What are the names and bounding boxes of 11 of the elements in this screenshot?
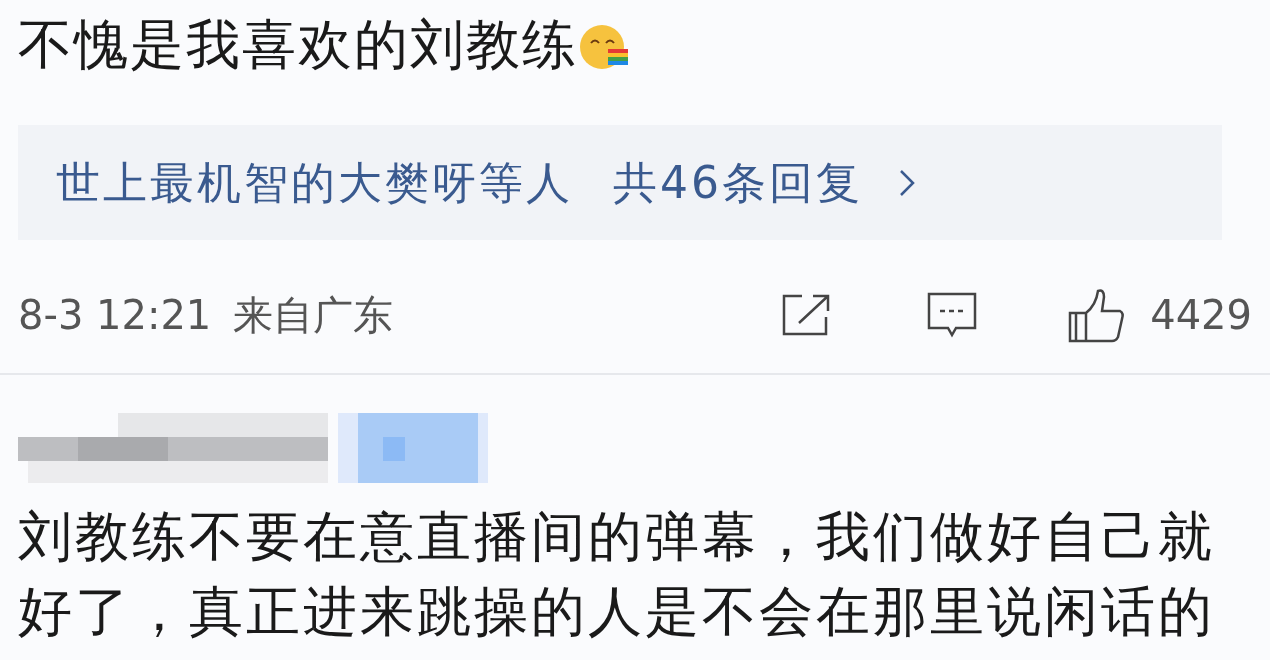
reply-names: 世上最机智的大樊呀等人 <box>56 155 573 210</box>
comment-text: 刘教练不要在意直播间的弹幕，我们做好自己就好了，真正进来跳操的人是不会在那里说闲话的 <box>18 504 1216 645</box>
post-text: 不愧是我喜欢的刘教练 <box>18 12 578 78</box>
comment-time: 8-3 12:21 <box>18 291 212 340</box>
reply-count: 共46条回复 <box>613 155 863 210</box>
comment-icon[interactable] <box>926 291 979 339</box>
chevron-icon <box>899 168 915 197</box>
comment-location: 来自广东 <box>233 291 394 340</box>
like-count: 4429 <box>1150 291 1252 340</box>
thumbs-up-icon[interactable] <box>1068 287 1127 343</box>
replies-link[interactable]: 世上最机智的大樊呀等人 共46条回复 <box>18 125 1222 240</box>
